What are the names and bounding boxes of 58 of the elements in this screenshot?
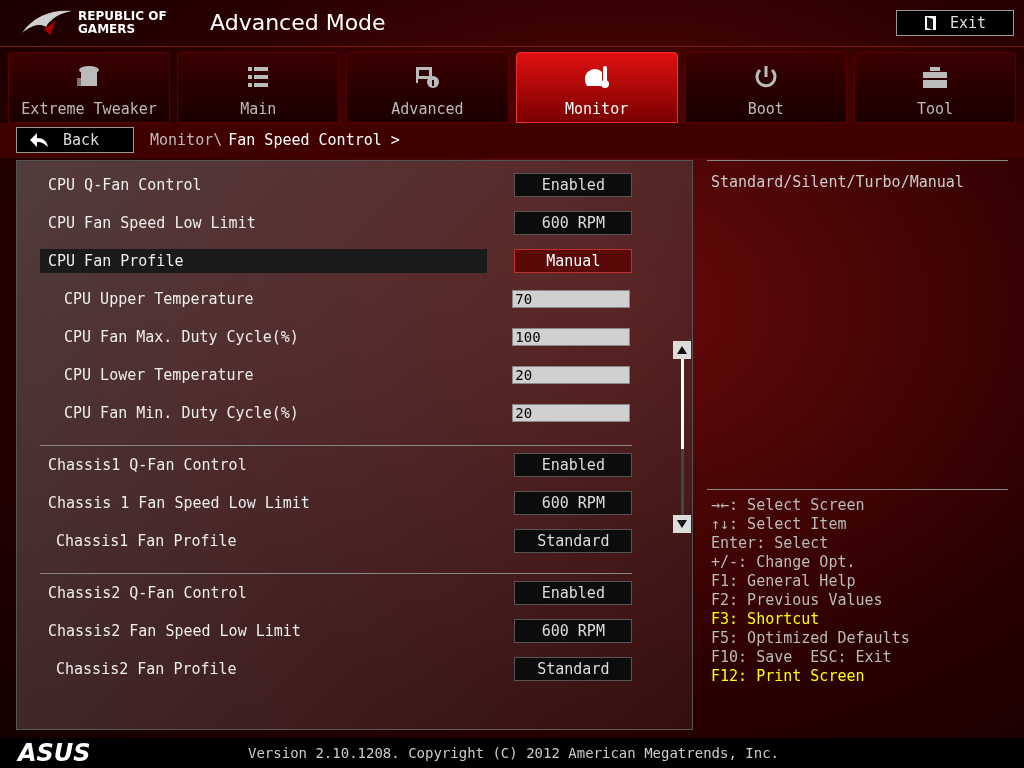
- scroll-up-button[interactable]: [673, 341, 692, 360]
- setting-value[interactable]: Standard: [514, 529, 633, 554]
- setting-value[interactable]: 600 RPM: [514, 619, 633, 644]
- setting-value[interactable]: Standard: [514, 657, 633, 682]
- help-text: Standard/Silent/Turbo/Manual: [710, 172, 965, 194]
- key-hint: +/-: Change Opt.: [711, 553, 857, 573]
- menu-tab[interactable]: Tool: [853, 51, 1017, 123]
- setting-value[interactable]: Enabled: [514, 581, 633, 606]
- key-hint: F5: Optimized Defaults: [711, 629, 911, 649]
- setting-label[interactable]: Chassis1 Q-Fan Control: [48, 456, 247, 475]
- menu-tab[interactable]: Boot: [684, 51, 847, 123]
- setting-label[interactable]: CPU Fan Speed Low Limit: [48, 214, 256, 233]
- setting-label[interactable]: CPU Fan Profile: [40, 249, 487, 274]
- version-text: Version 2.10.1208. Copyright (C) 2012 American Megatrends, Inc.: [248, 745, 779, 762]
- menu-tab[interactable]: Extreme Tweaker: [8, 51, 171, 123]
- input-field[interactable]: 20: [512, 366, 631, 385]
- setting-value[interactable]: 600 RPM: [514, 211, 633, 236]
- setting-label[interactable]: Chassis1 Fan Profile: [48, 532, 237, 551]
- menu-tab[interactable]: Monitor: [515, 51, 678, 123]
- key-hint: →←: Select Screen: [711, 496, 866, 516]
- exit-button[interactable]: Exit: [896, 9, 1014, 36]
- setting-label[interactable]: Chassis2 Fan Profile: [48, 660, 237, 679]
- scrollbar-thumb[interactable]: [680, 359, 684, 450]
- menu-tab[interactable]: Main: [177, 51, 340, 123]
- setting-value[interactable]: 600 RPM: [514, 491, 633, 516]
- key-hint: F12: Print Screen: [711, 667, 866, 687]
- key-hint: ↑↓: Select Item: [711, 515, 848, 535]
- setting-label[interactable]: Chassis2 Fan Speed Low Limit: [48, 622, 301, 641]
- window-title: Advanced Mode: [210, 10, 386, 36]
- setting-label[interactable]: CPU Q-Fan Control: [48, 176, 202, 195]
- back-arrow-icon: [29, 132, 49, 149]
- menu-tab[interactable]: Advanced: [346, 51, 509, 123]
- input-field[interactable]: 70: [512, 290, 631, 309]
- setting-label[interactable]: CPU Fan Max. Duty Cycle(%): [64, 328, 299, 347]
- setting-value[interactable]: Enabled: [514, 173, 633, 198]
- scroll-down-button[interactable]: [673, 515, 692, 534]
- setting-label[interactable]: CPU Fan Min. Duty Cycle(%): [64, 404, 299, 423]
- key-hint: F1: General Help: [711, 572, 857, 592]
- setting-label[interactable]: Chassis2 Q-Fan Control: [48, 584, 247, 603]
- back-button[interactable]: Back: [16, 127, 134, 154]
- setting-label[interactable]: CPU Lower Temperature: [64, 366, 254, 385]
- key-hint: F3: Shortcut: [711, 610, 821, 630]
- down-triangle-icon: [676, 519, 689, 530]
- setting-label[interactable]: CPU Upper Temperature: [64, 290, 254, 309]
- key-hint: F10: Save ESC: Exit: [711, 648, 893, 668]
- input-field[interactable]: 20: [512, 404, 631, 423]
- door-icon: [923, 14, 938, 31]
- setting-value[interactable]: Manual: [514, 249, 633, 274]
- key-hint: Enter: Select: [711, 534, 830, 554]
- brand-logo: ASUS: [18, 739, 92, 768]
- key-hint: F2: Previous Values: [711, 591, 884, 611]
- setting-value[interactable]: Enabled: [514, 453, 633, 478]
- breadcrumb-path: Monitor\: [150, 131, 223, 150]
- brand-name: REPUBLIC OF GAMERS: [78, 9, 167, 36]
- input-field[interactable]: 100: [512, 328, 631, 347]
- breadcrumb-current: Fan Speed Control >: [228, 131, 400, 150]
- setting-label[interactable]: Chassis 1 Fan Speed Low Limit: [48, 494, 310, 513]
- up-triangle-icon: [676, 345, 689, 356]
